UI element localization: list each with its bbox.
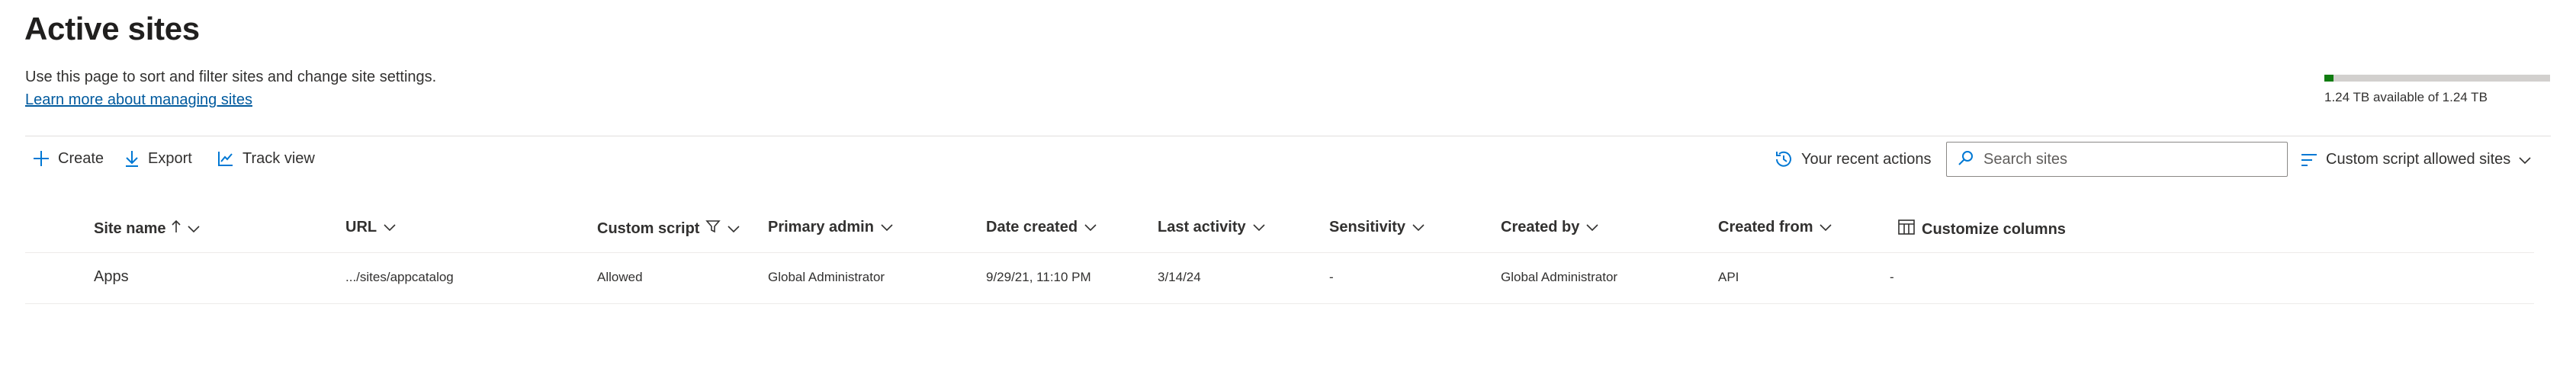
chevron-down-icon [727, 220, 740, 238]
learn-more-link[interactable]: Learn more about managing sites [25, 91, 252, 109]
chevron-down-icon [880, 219, 894, 236]
cell-last-activity: 3/14/24 [1158, 270, 1201, 284]
search-input[interactable] [1982, 149, 2275, 169]
table-columns-icon [1897, 219, 1916, 240]
column-header-custom-script[interactable]: Custom script [597, 219, 740, 239]
create-label: Create [58, 149, 104, 167]
column-label: Sensitivity [1329, 219, 1406, 235]
sort-ascending-icon [172, 219, 181, 239]
export-button[interactable]: Export [124, 149, 192, 168]
create-button[interactable]: Create [32, 149, 104, 168]
chevron-down-icon [1084, 219, 1097, 236]
column-header-created-by[interactable]: Created by [1501, 219, 1599, 236]
cell-created-from: API [1718, 270, 1739, 284]
search-sites-box[interactable] [1946, 142, 2288, 177]
recent-actions-button[interactable]: Your recent actions [1774, 149, 1931, 169]
cell-url[interactable]: .../sites/appcatalog [345, 270, 454, 285]
plus-icon [32, 149, 50, 168]
view-filter-dropdown[interactable]: Custom script allowed sites [2300, 151, 2532, 168]
chevron-down-icon [1819, 219, 1832, 236]
filter-funnel-icon [705, 219, 721, 239]
column-label: Date created [986, 219, 1078, 235]
cell-custom-script: Allowed [597, 270, 643, 284]
chevron-down-icon [1412, 219, 1425, 236]
column-label: Site name [94, 219, 166, 237]
chevron-down-icon [2518, 155, 2532, 165]
cell-extra: - [1890, 270, 1894, 284]
column-label: Customize columns [1922, 220, 2066, 238]
cell-primary-admin: Global Administrator [768, 270, 885, 284]
column-label: Created by [1501, 219, 1580, 235]
filter-lines-icon [2300, 152, 2318, 168]
recent-actions-label: Your recent actions [1801, 150, 1932, 168]
storage-progress-fill [2324, 75, 2333, 82]
column-header-url[interactable]: URL [345, 219, 397, 236]
chevron-down-icon [1585, 219, 1599, 236]
column-label: Last activity [1158, 219, 1246, 235]
view-filter-label: Custom script allowed sites [2326, 151, 2511, 168]
chevron-down-icon [1252, 219, 1266, 236]
storage-text: 1.24 TB available of 1.24 TB [2324, 90, 2488, 104]
history-icon [1774, 149, 1794, 169]
chevron-down-icon [383, 219, 397, 236]
column-label: Primary admin [768, 219, 874, 235]
column-header-sensitivity[interactable]: Sensitivity [1329, 219, 1425, 236]
chevron-down-icon [187, 220, 201, 238]
column-label: URL [345, 219, 377, 235]
column-header-created-from[interactable]: Created from [1718, 219, 1832, 236]
export-label: Export [148, 149, 192, 167]
column-header-date-created[interactable]: Date created [986, 219, 1097, 236]
cell-date-created: 9/29/21, 11:10 PM [986, 270, 1091, 284]
cell-site-name[interactable]: Apps [94, 268, 129, 286]
customize-columns-button[interactable]: Customize columns [1897, 219, 2066, 240]
cell-created-by: Global Administrator [1501, 270, 1618, 284]
column-label: Created from [1718, 219, 1813, 235]
search-icon [1958, 149, 1974, 170]
column-label: Custom script [597, 219, 700, 237]
track-view-label: Track view [243, 149, 315, 167]
page-title: Active sites [24, 11, 200, 46]
storage-progress-bar [2324, 75, 2550, 82]
column-header-site-name[interactable]: Site name [94, 219, 201, 239]
cell-sensitivity: - [1329, 270, 1334, 284]
chart-line-icon [217, 149, 235, 168]
track-view-button[interactable]: Track view [217, 149, 315, 168]
table-header-row: Site name URL Custom script Primary admi… [25, 210, 2534, 253]
page-description: Use this page to sort and filter sites a… [25, 69, 437, 85]
column-header-last-activity[interactable]: Last activity [1158, 219, 1266, 236]
download-icon [124, 149, 140, 168]
table-row[interactable]: Apps .../sites/appcatalog Allowed Global… [25, 253, 2534, 304]
column-header-primary-admin[interactable]: Primary admin [768, 219, 894, 236]
